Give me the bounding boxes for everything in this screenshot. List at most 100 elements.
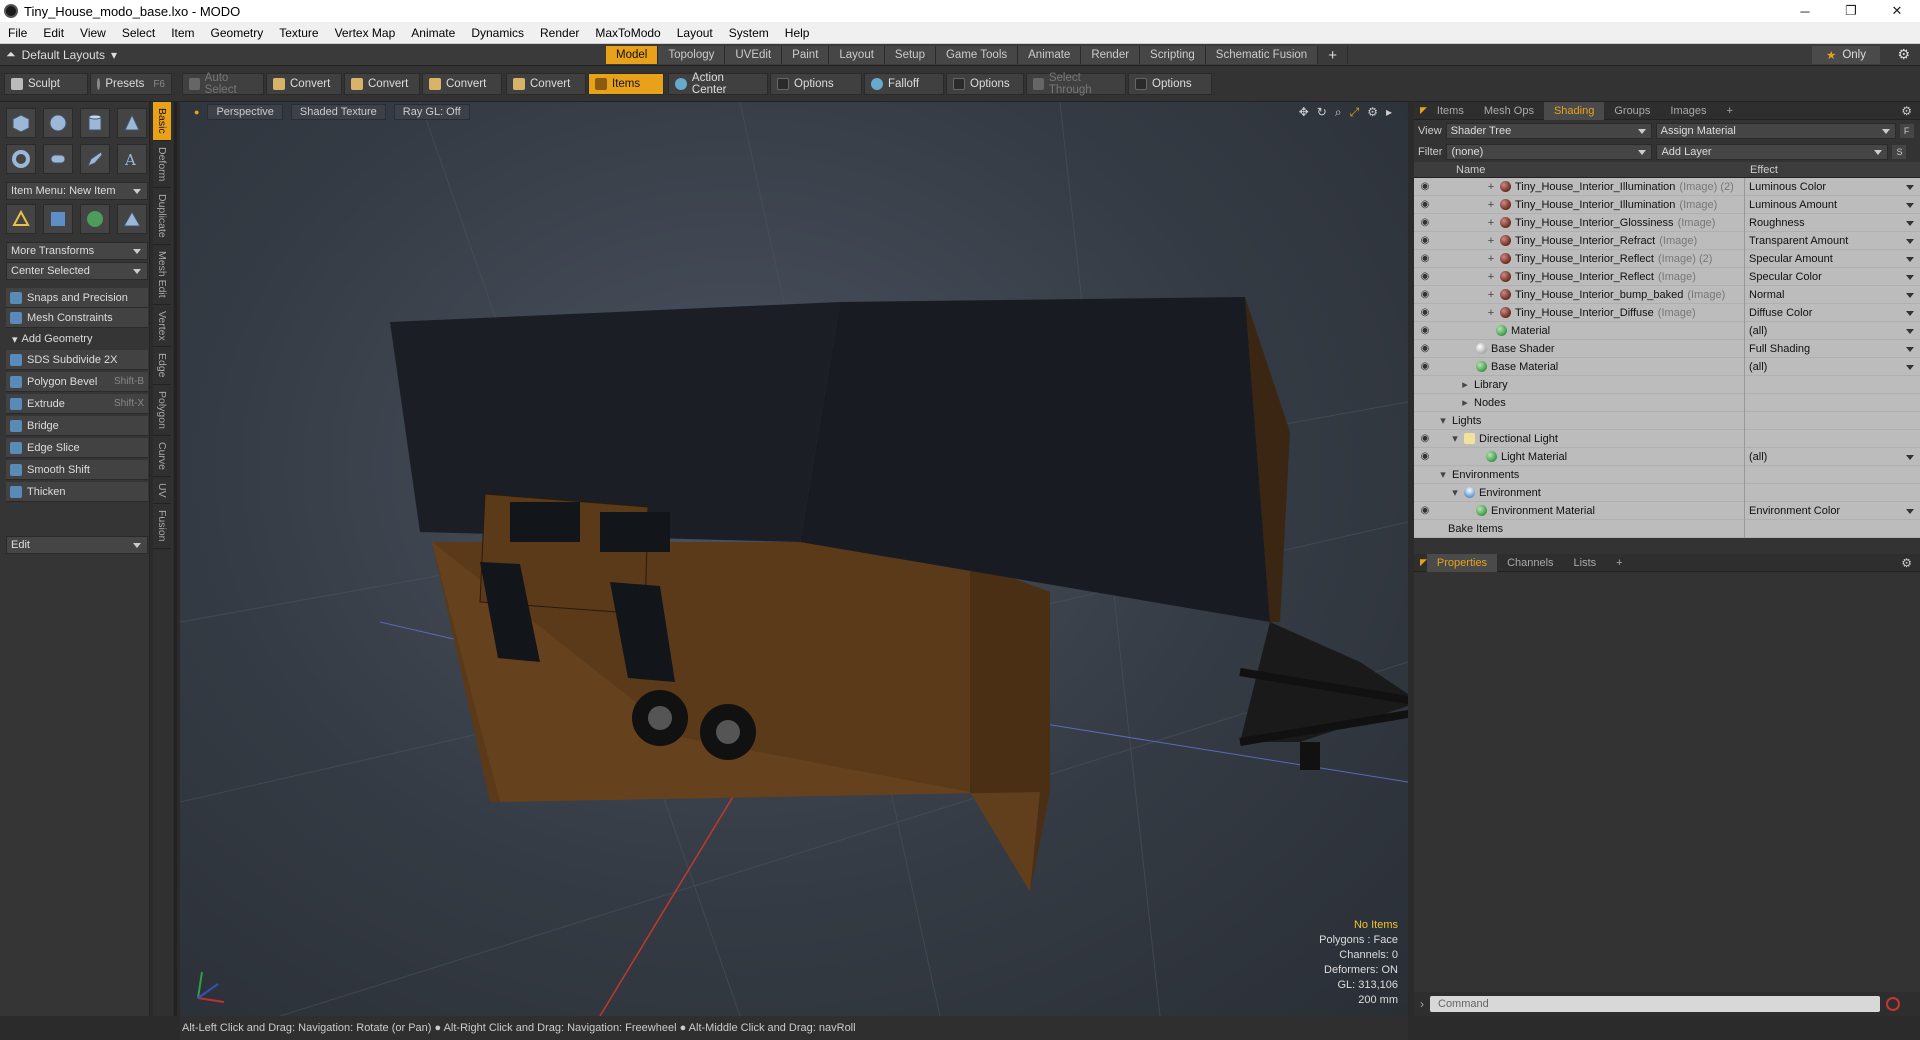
filter-dropdown[interactable]: (none) [1446, 143, 1653, 160]
tab-paint[interactable]: Paint [782, 46, 830, 64]
effect-dropdown[interactable]: Specular Color [1744, 267, 1920, 286]
fit-icon[interactable]: ⤢ [1350, 105, 1360, 120]
tree-row[interactable]: ◉ + Tiny_House_Interior_bump_baked (Image) N… [1414, 285, 1920, 304]
menu-select[interactable]: Select [114, 26, 163, 40]
tab-scripting[interactable]: Scripting [1140, 46, 1206, 64]
rotate-icon[interactable]: ↻ [1317, 105, 1327, 120]
f-button[interactable]: F [1899, 123, 1914, 138]
tab-mesh-ops[interactable]: Mesh Ops [1474, 102, 1544, 120]
tab-model[interactable]: Model [606, 46, 659, 64]
menu-maxtomodo[interactable]: MaxToModo [587, 26, 668, 40]
panel-gear-icon[interactable]: ⚙ [1901, 556, 1912, 570]
tree-row[interactable]: ◉ ▾ Directional Light [1414, 429, 1920, 448]
presets-button[interactable]: Presets F6 [90, 73, 172, 95]
tree-row[interactable]: ◉ + Tiny_House_Interior_Glossiness (Image) R… [1414, 213, 1920, 232]
convert-polygons-button[interactable]: Convert [422, 73, 502, 95]
tree-row[interactable]: ◉ Environment Material Environment Color [1414, 501, 1920, 520]
auto-select-button[interactable]: Auto Select [182, 72, 264, 96]
expanded-arrow-icon[interactable]: ▾ [1438, 414, 1448, 427]
capsule-icon[interactable] [43, 144, 73, 174]
perspective-button[interactable]: Perspective [207, 104, 283, 120]
effect-dropdown[interactable]: Luminous Amount [1744, 195, 1920, 214]
tab-schematic-fusion[interactable]: Schematic Fusion [1205, 46, 1319, 64]
layouts-dropdown[interactable]: ⏶ Default Layouts ▾ [6, 47, 117, 62]
tab-animate[interactable]: Animate [1018, 46, 1082, 64]
eye-icon[interactable]: ◉ [1414, 361, 1436, 372]
menu-file[interactable]: File [0, 26, 35, 40]
effect-dropdown[interactable]: Specular Amount [1744, 249, 1920, 268]
vtab-vertex[interactable]: Vertex [153, 305, 171, 348]
cone-icon[interactable] [117, 108, 147, 138]
menu-help[interactable]: Help [777, 26, 818, 40]
tree-row[interactable]: ◉ + Tiny_House_Interior_Diffuse (Image) Diff… [1414, 303, 1920, 322]
effect-dropdown[interactable]: Normal [1744, 285, 1920, 304]
expand-plus-icon[interactable]: + [1486, 235, 1496, 247]
menu-item[interactable]: Item [163, 26, 202, 40]
gear-icon[interactable]: ⚙ [1897, 46, 1910, 63]
menu-texture[interactable]: Texture [271, 26, 326, 40]
tree-row[interactable]: ▸ Nodes [1414, 393, 1920, 412]
record-icon[interactable] [1886, 997, 1900, 1011]
menu-vertex-map[interactable]: Vertex Map [327, 26, 404, 40]
menu-render[interactable]: Render [532, 26, 587, 40]
checkbox-icon[interactable] [777, 78, 789, 90]
tab-layout[interactable]: Layout [829, 46, 885, 64]
globe-icon[interactable] [80, 204, 110, 234]
effect-dropdown[interactable]: Transparent Amount [1744, 231, 1920, 250]
vtab-deform[interactable]: Deform [153, 141, 171, 189]
text-icon[interactable]: A [117, 144, 147, 174]
menu-layout[interactable]: Layout [669, 26, 721, 40]
vtab-mesh-edit[interactable]: Mesh Edit [153, 245, 171, 305]
convert-materials-button[interactable]: Convert [506, 73, 586, 95]
collapsed-arrow-icon[interactable]: ▸ [1460, 396, 1470, 409]
panel-gear-icon[interactable]: ⚙ [1901, 104, 1912, 118]
tree-row[interactable]: ◉ + Tiny_House_Interior_Reflect (Image) (2)… [1414, 249, 1920, 268]
menu-geometry[interactable]: Geometry [203, 26, 272, 40]
viewport-gear-icon[interactable]: ⚙ [1367, 105, 1378, 120]
tab-channels[interactable]: Channels [1497, 554, 1563, 572]
add-geometry-section[interactable]: ▾ Add Geometry [6, 330, 148, 348]
tree-row[interactable]: ◉ Material (all) [1414, 321, 1920, 340]
options-button-1[interactable]: Options [770, 73, 862, 95]
menu-system[interactable]: System [721, 26, 777, 40]
item-menu-dropdown[interactable]: Item Menu: New Item [6, 182, 148, 200]
vtab-uv[interactable]: UV [153, 477, 171, 505]
select-through-button[interactable]: Select Through [1026, 72, 1126, 96]
convert-vertices-button[interactable]: Convert [266, 73, 342, 95]
eye-icon[interactable]: ◉ [1414, 217, 1436, 228]
bridge-button[interactable]: Bridge [6, 416, 148, 436]
expanded-arrow-icon[interactable]: ▾ [1450, 432, 1460, 445]
tab-properties[interactable]: Properties [1426, 553, 1498, 572]
expanded-arrow-icon[interactable]: ▾ [1438, 468, 1448, 481]
tab-topology[interactable]: Topology [658, 46, 726, 64]
close-button[interactable]: ✕ [1874, 0, 1920, 22]
view-dropdown[interactable]: Shader Tree [1445, 122, 1652, 139]
layout-collapse-icon[interactable]: ⏶ [6, 47, 16, 62]
panel-divider[interactable] [174, 102, 177, 1016]
eye-icon[interactable]: ◉ [1414, 289, 1436, 300]
convert-edges-button[interactable]: Convert [344, 73, 420, 95]
vtab-curve[interactable]: Curve [153, 436, 171, 477]
options-button-3[interactable]: Options [1128, 73, 1212, 95]
grid-icon[interactable] [43, 204, 73, 234]
action-center-button[interactable]: Action Center [668, 72, 768, 96]
tab-setup[interactable]: Setup [884, 46, 936, 64]
tree-row[interactable]: ▸ Library [1414, 375, 1920, 394]
tab-items[interactable]: Items [1427, 102, 1474, 120]
tab-lists[interactable]: Lists [1564, 554, 1607, 572]
pen-icon[interactable] [80, 144, 110, 174]
cylinder-icon[interactable] [80, 108, 110, 138]
tab-render[interactable]: Render [1081, 46, 1141, 64]
shaded-texture-button[interactable]: Shaded Texture [290, 104, 386, 120]
vtab-edge[interactable]: Edge [153, 347, 171, 385]
eye-icon[interactable]: ◉ [1414, 235, 1436, 246]
pan-icon[interactable]: ✥ [1299, 105, 1309, 120]
effect-dropdown[interactable]: Environment Color [1744, 501, 1920, 520]
maximize-button[interactable]: ❐ [1828, 0, 1874, 22]
vtab-fusion[interactable]: Fusion [153, 504, 171, 549]
edit-dropdown[interactable]: Edit [6, 536, 148, 554]
minimize-button[interactable]: ─ [1782, 0, 1828, 22]
eye-icon[interactable]: ◉ [1414, 505, 1436, 516]
effect-dropdown[interactable]: Full Shading [1744, 339, 1920, 358]
tab-uvedit[interactable]: UVEdit [725, 46, 783, 64]
